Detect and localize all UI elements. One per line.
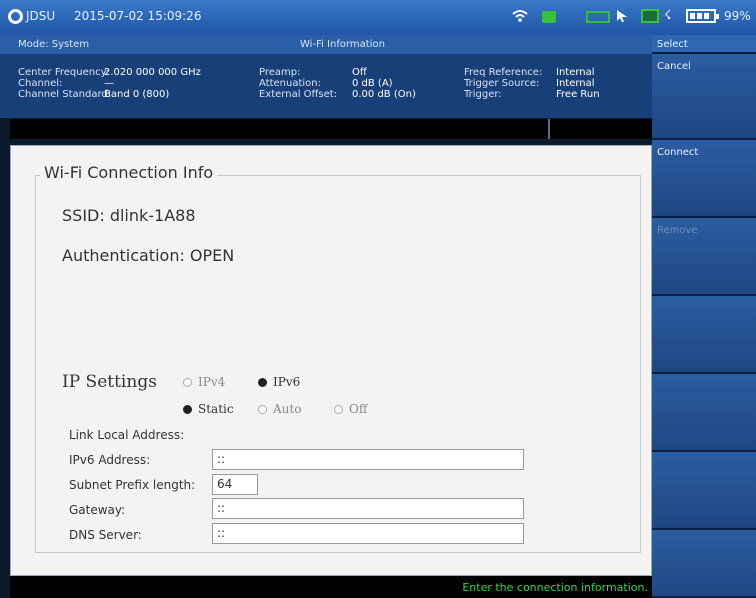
gps-icon (542, 11, 556, 23)
info-values-2: Off 0 dB (A) 0.00 dB (On) (352, 67, 416, 100)
channel-value: — (104, 78, 114, 89)
info-labels-3: Freq Reference: Trigger Source: Trigger: (464, 67, 542, 100)
info-labels-1: Center Frequency: Channel: Channel Stand… (18, 67, 111, 100)
subnet-prefix-label: Subnet Prefix length: (69, 478, 196, 492)
dns-server-input[interactable]: :: (212, 523, 524, 544)
softkey-6[interactable] (652, 374, 756, 452)
freq-reference-label: Freq Reference: (464, 67, 543, 78)
usb-icon: ☇ (664, 8, 672, 23)
status-message: Enter the connection information. (462, 581, 648, 594)
status-bar: JDSU 2015-07-02 15:09:26 ☇ 99% (0, 0, 756, 35)
trigger-value: Free Run (556, 89, 600, 100)
wifi-icon (512, 10, 528, 22)
info-labels-2: Preamp: Attenuation: External Offset: (259, 67, 337, 100)
pointer-icon (617, 10, 627, 22)
freq-reference-value: Internal (556, 67, 595, 78)
gateway-input[interactable]: :: (212, 498, 524, 519)
battery-percent: 99% (724, 9, 751, 23)
trigger-source-value: Internal (556, 78, 595, 89)
section-title: Wi-Fi Connection Info (40, 163, 218, 182)
external-offset-value: 0.00 dB (On) (352, 89, 416, 100)
off-radio[interactable]: Off (334, 402, 367, 416)
ipv4-radio-label: IPv4 (198, 375, 226, 389)
screen-title: Wi-Fi Information (300, 39, 385, 50)
ip-settings-label: IP Settings (62, 372, 157, 392)
subnet-prefix-input[interactable]: 64 (212, 474, 258, 495)
measurement-info-panel: Center Frequency: Channel: Channel Stand… (0, 54, 652, 118)
ipv6-address-label: IPv6 Address: (69, 453, 151, 467)
softkey-8[interactable] (652, 530, 756, 598)
ipv6-radio-indicator (258, 378, 267, 387)
softkey-7[interactable] (652, 452, 756, 530)
off-radio-label: Off (349, 402, 368, 416)
connection-info-group (35, 175, 641, 553)
ipv6-radio-label: IPv6 (273, 375, 301, 389)
cancel-softkey[interactable]: Cancel (652, 54, 756, 140)
channel-standard-value: Band 0 (800) (104, 89, 170, 100)
off-radio-indicator (334, 405, 343, 414)
external-offset-label: External Offset: (259, 89, 338, 100)
marker-divider (548, 119, 550, 139)
auto-radio[interactable]: Auto (258, 402, 301, 416)
jdsu-logo-icon (8, 9, 23, 24)
ipv4-radio-indicator (183, 378, 192, 387)
network-icon (641, 9, 659, 23)
ipv6-address-input[interactable]: :: (212, 449, 524, 470)
softkey-panel: Select Cancel Connect Remove (652, 35, 756, 598)
preamp-value: Off (352, 67, 367, 78)
static-radio[interactable]: Static (183, 402, 234, 416)
static-radio-label: Static (198, 402, 234, 416)
ipv6-radio[interactable]: IPv6 (258, 375, 300, 389)
brand-label: JDSU (26, 9, 56, 23)
trigger-label: Trigger: (464, 89, 502, 100)
channel-label: Channel: (18, 78, 63, 89)
channel-standard-label: Channel Standard: (18, 89, 112, 100)
datetime: 2015-07-02 15:09:26 (74, 9, 202, 23)
center-frequency-value: 2.020 000 000 GHz (104, 67, 201, 78)
remove-softkey[interactable]: Remove (652, 218, 756, 296)
authentication-text: Authentication: OPEN (62, 246, 235, 265)
dns-server-label: DNS Server: (69, 528, 142, 542)
mode-row: Mode: System Wi-Fi Information (0, 35, 652, 54)
auto-radio-indicator (258, 405, 267, 414)
link-local-address-label: Link Local Address: (69, 428, 185, 442)
gateway-label: Gateway: (69, 503, 126, 517)
ssid-text: SSID: dlink-1A88 (62, 206, 196, 225)
center-frequency-label: Center Frequency: (18, 67, 110, 78)
info-values-3: Internal Internal Free Run (556, 67, 600, 100)
connect-softkey[interactable]: Connect (652, 140, 756, 218)
info-values-1: 2.020 000 000 GHz — Band 0 (800) (104, 67, 201, 100)
attenuation-value: 0 dB (A) (352, 78, 393, 89)
static-radio-indicator (183, 405, 192, 414)
message-bar: Enter the connection information. (10, 576, 652, 598)
auto-radio-label: Auto (273, 402, 302, 416)
battery-icon (686, 9, 719, 23)
attenuation-label: Attenuation: (259, 78, 321, 89)
ipv4-radio[interactable]: IPv4 (183, 375, 225, 389)
softkey-header: Select (652, 35, 756, 54)
power-icon (586, 11, 610, 23)
preamp-label: Preamp: (259, 67, 301, 78)
mode-label: Mode: System (18, 39, 90, 50)
trigger-source-label: Trigger Source: (464, 78, 540, 89)
softkey-5[interactable] (652, 296, 756, 374)
marker-bar (10, 119, 652, 139)
